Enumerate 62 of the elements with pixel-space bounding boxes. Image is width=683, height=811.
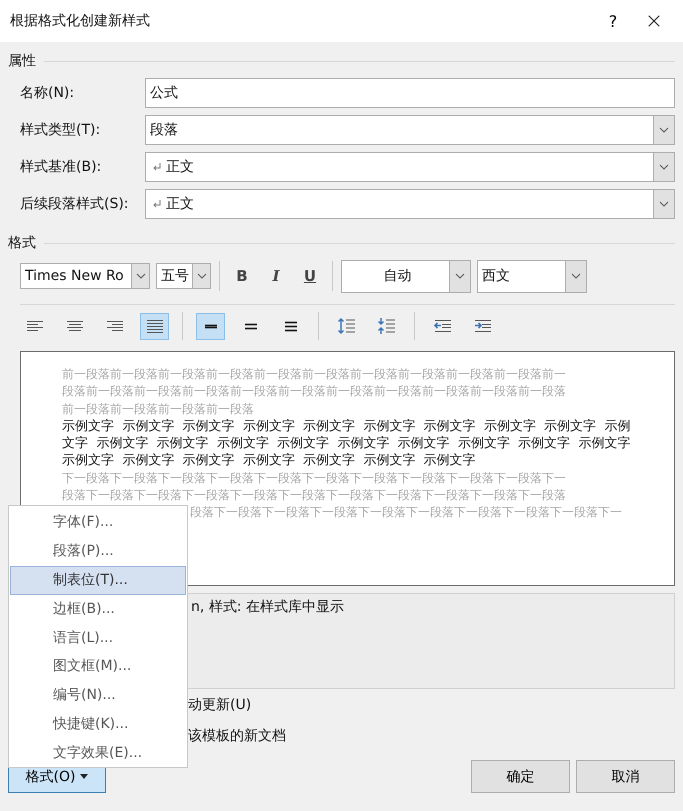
menu-item[interactable]: 字体(F)...: [10, 508, 186, 537]
alignment-icon: [144, 317, 164, 335]
chevron-icon: [659, 126, 669, 132]
paragraph-mark-icon: [152, 198, 162, 208]
help-button[interactable]: ?: [593, 12, 633, 30]
field-label: 样式基准(B):: [20, 158, 102, 176]
menu-item[interactable]: 边框(B)...: [10, 594, 186, 624]
close-icon[interactable]: [647, 14, 661, 28]
section-heading: 格式: [8, 234, 36, 252]
chevron-icon: [136, 273, 146, 279]
paragraph-mark-icon: [152, 162, 162, 172]
field-label: 样式类型(T):: [20, 120, 102, 138]
line-spacing-icon: [244, 322, 258, 330]
option-label: 动更新(U): [188, 696, 252, 715]
indent-icon: [472, 317, 492, 335]
line-spacing-icon: [204, 324, 218, 328]
name-field[interactable]: 公式: [145, 78, 675, 108]
chevron-icon: [659, 164, 669, 170]
chevron-icon: [571, 273, 581, 279]
chevron-icon: [455, 273, 465, 279]
style-dropdown[interactable]: 正文: [145, 152, 675, 182]
field-label: 后续段落样式(S):: [20, 194, 130, 212]
line-spacing-icon: [284, 320, 298, 332]
chevron-icon: [196, 273, 206, 279]
bold-button[interactable]: B: [228, 267, 256, 285]
ok-button[interactable]: 确定: [471, 760, 570, 793]
chevron-icon: [659, 200, 669, 206]
preview-text: 前一段落前一段落前一段落前一段落: [62, 400, 254, 418]
menu-item[interactable]: 编号(N)...: [10, 681, 186, 710]
caret-icon: [80, 774, 88, 779]
section-heading: 属性: [8, 52, 36, 70]
underline-button[interactable]: U: [296, 267, 324, 285]
option-label: 该模板的新文档: [188, 727, 287, 746]
preview-text: 段落下一段落下一段落下一段落下一段落下一段落下一段落下一段落下一段落下一段落下一段落: [62, 487, 566, 504]
menu-item[interactable]: 快捷键(K)...: [10, 710, 186, 740]
italic-button[interactable]: I: [262, 267, 290, 285]
menu-item[interactable]: 语言(L)...: [10, 624, 186, 652]
menu-item[interactable]: 图文框(M)...: [10, 652, 186, 682]
indent-icon: [432, 317, 452, 335]
preview-text: 段落下一段落下一段落下一段落下一段落下一段落下一段落下一段落下一段落下一: [190, 504, 622, 522]
paragraph-spacing-icon: [336, 317, 356, 335]
style-dropdown[interactable]: 正文: [145, 188, 675, 218]
script-dropdown[interactable]: 西文: [477, 260, 587, 292]
preview-text: 示例文字 示例文字 示例文字 示例文字 示例文字 示例文字 示例文字: [62, 452, 476, 470]
alignment-button[interactable]: [140, 312, 169, 340]
preview-text: 文字 示例文字 示例文字 示例文字 示例文字 示例文字 示例文字 示例文字 示例文字 示例文字: [62, 435, 630, 452]
cancel-button[interactable]: 取消: [576, 760, 675, 793]
preview-text: 前一段落前一段落前一段落前一段落前一段落前一段落前一段落前一段落前一段落前一段落前一: [62, 366, 566, 383]
field-label: 名称(N):: [20, 84, 76, 102]
style-dropdown[interactable]: 段落: [145, 114, 675, 144]
description-text: n, 样式: 在样式库中显示: [191, 599, 344, 615]
line-spacing-button[interactable]: [196, 312, 225, 340]
paragraph-spacing-icon: [376, 317, 396, 335]
preview-text: 示例文字 示例文字 示例文字 示例文字 示例文字 示例文字 示例文字 示例文字 示例文字 示例: [62, 418, 630, 436]
window-title: 根据格式化创建新样式: [10, 12, 151, 30]
preview-text: 段落前一段落前一段落前一段落前一段落前一段落前一段落前一段落前一段落前一段落前一段落: [62, 383, 566, 400]
preview-text: 下一段落下一段落下一段落下一段落下一段落下一段落下一段落下一段落下一段落下一段落下一: [62, 470, 566, 487]
color-dropdown[interactable]: 自动: [341, 260, 471, 292]
menu-item[interactable]: 制表位(T)...: [10, 566, 186, 595]
size-dropdown[interactable]: 五号: [156, 263, 211, 289]
menu-item[interactable]: 段落(P)...: [10, 536, 186, 566]
font-dropdown[interactable]: Times New Ro: [20, 263, 150, 289]
